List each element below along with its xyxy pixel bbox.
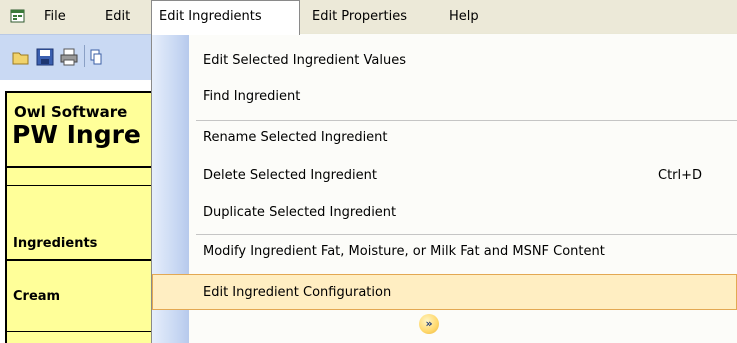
app-icon[interactable] — [10, 8, 26, 24]
divider — [7, 331, 162, 332]
menu-item-modify-fat-moisture[interactable]: Modify Ingredient Fat, Moisture, or Milk… — [152, 234, 737, 270]
menu-edit-properties[interactable]: Edit Properties — [305, 0, 414, 34]
column-header-ingredients: Ingredients — [13, 236, 98, 251]
menu-item-edit-selected-values[interactable]: Edit Selected Ingredient Values — [152, 43, 737, 79]
copy-icon[interactable] — [90, 48, 102, 66]
menu-item-delete-ingredient[interactable]: Delete Selected Ingredient Ctrl+D — [152, 158, 737, 194]
print-icon[interactable] — [60, 48, 78, 66]
save-icon[interactable] — [36, 48, 54, 66]
row-label-cream[interactable]: Cream — [13, 289, 60, 304]
divider — [7, 185, 162, 186]
menu-edit-ingredients[interactable]: Edit Ingredients — [151, 0, 300, 35]
menu-item-edit-ingredient-configuration[interactable]: Edit Ingredient Configuration — [152, 274, 737, 310]
edit-ingredients-dropdown: Edit Selected Ingredient Values Find Ing… — [151, 34, 737, 343]
menu-item-duplicate-ingredient[interactable]: Duplicate Selected Ingredient — [152, 195, 737, 231]
company-name: Owl Software — [14, 103, 128, 121]
toolbar-separator — [84, 45, 85, 67]
menu-help[interactable]: Help — [442, 0, 486, 34]
menu-item-find-ingredient[interactable]: Find Ingredient — [152, 79, 737, 115]
menu-edit[interactable]: Edit — [98, 0, 137, 34]
divider — [7, 166, 162, 168]
sheet-title: PW Ingre — [12, 120, 141, 149]
menu-file[interactable]: File — [37, 0, 73, 34]
menu-bar: File Edit Edit Ingredients Edit Properti… — [0, 0, 737, 35]
ingredients-panel: Owl Software PW Ingre · Ingredients Crea… — [5, 91, 162, 343]
open-icon[interactable] — [12, 48, 30, 66]
divider — [7, 259, 162, 261]
shortcut-ctrl-d: Ctrl+D — [658, 168, 703, 183]
menu-item-rename-ingredient[interactable]: Rename Selected Ingredient — [152, 120, 737, 156]
expand-chevron-icon[interactable]: » — [419, 314, 439, 334]
